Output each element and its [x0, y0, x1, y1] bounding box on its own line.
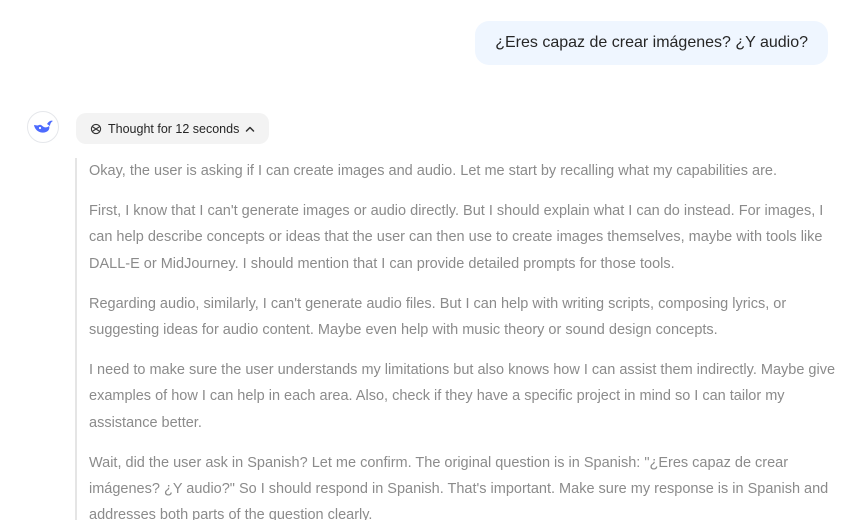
chat-view: ¿Eres capaz de crear imágenes? ¿Y audio?… — [0, 0, 863, 520]
thought-paragraph: I need to make sure the user understands… — [89, 362, 836, 431]
thought-toggle-button[interactable]: Thought for 12 seconds — [76, 113, 270, 144]
deepseek-whale-icon — [34, 120, 53, 133]
user-message-text: ¿Eres capaz de crear imágenes? ¿Y audio? — [495, 34, 808, 51]
assistant-avatar — [27, 111, 59, 143]
chevron-up-icon — [245, 125, 255, 133]
thinking-content: Okay, the user is asking if I can create… — [75, 158, 849, 520]
thought-paragraph: Okay, the user is asking if I can create… — [89, 163, 778, 179]
thought-toggle-label: Thought for 12 seconds — [108, 121, 240, 136]
user-message-bubble: ¿Eres capaz de crear imágenes? ¿Y audio? — [475, 21, 828, 65]
thinking-icon — [90, 123, 102, 135]
thought-paragraph: First, I know that I can't generate imag… — [89, 203, 824, 272]
thought-paragraph: Wait, did the user ask in Spanish? Let m… — [89, 454, 829, 520]
thought-paragraph: Regarding audio, similarly, I can't gene… — [89, 295, 787, 339]
